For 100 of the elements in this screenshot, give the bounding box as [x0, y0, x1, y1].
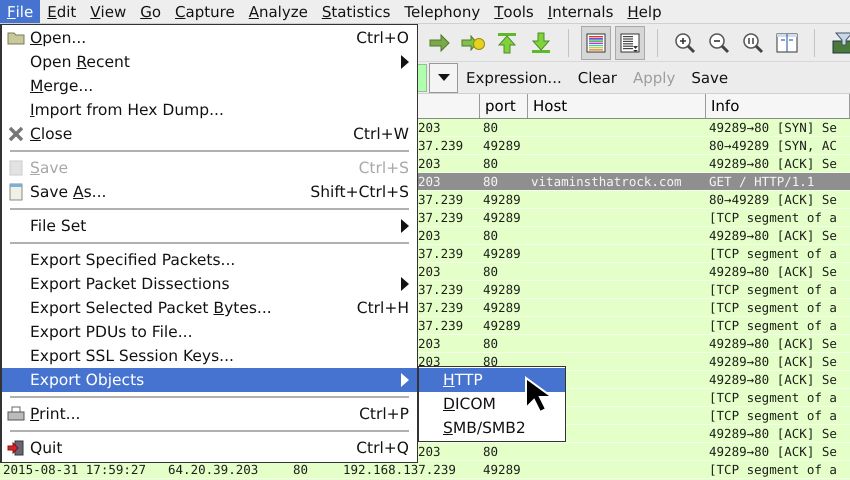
menu-item[interactable]: Merge...: [2, 74, 417, 98]
colored-lines-button[interactable]: [581, 26, 611, 60]
packet-cell-text: [TCP segment of a: [709, 318, 837, 333]
packet-cell-text: 49289: [483, 210, 521, 225]
packet-cell-text: 49289: [483, 192, 521, 207]
menu-item[interactable]: Export Selected Packet Bytes... Ctrl+H: [2, 296, 417, 320]
menu-item[interactable]: Open Recent: [2, 50, 417, 74]
menu-item[interactable]: SMB/SMB2: [419, 416, 565, 440]
capture-filter-icon: [830, 30, 850, 54]
packet-cell-text: 80: [483, 228, 498, 243]
zoom-actual-size-icon: [741, 30, 765, 54]
packet-cell-text: 203: [418, 264, 441, 279]
menu-bar-item[interactable]: Edit: [40, 0, 84, 23]
menu-item[interactable]: DICOM: [419, 392, 565, 416]
packet-cell-text: 49289→80 [ACK] Se: [709, 264, 837, 279]
packet-cell-text: 203: [418, 228, 441, 243]
menu-item[interactable]: Print... Ctrl+P: [2, 402, 417, 426]
filter-dropdown-button[interactable]: [429, 62, 458, 92]
menu-bar-item[interactable]: Internals: [540, 0, 620, 23]
packet-cell-text: 80: [483, 444, 498, 459]
menu-bar-item[interactable]: Go: [133, 0, 168, 23]
packet-cell-text: 192.168.137.239: [343, 462, 456, 477]
packet-cell-text: 203: [418, 336, 441, 351]
menu-item[interactable]: Import from Hex Dump...: [2, 98, 417, 122]
document-icon: [7, 183, 25, 201]
packet-cell-text: 203: [418, 120, 441, 135]
zoom-in-icon: [673, 30, 697, 54]
filter-toolbar-button[interactable]: Clear: [570, 68, 625, 86]
list-scroll-icon: [618, 30, 642, 54]
menu-item[interactable]: Open... Ctrl+O: [2, 26, 417, 50]
packet-cell-text: 64.20.39.203: [168, 462, 258, 477]
packet-cell-text: [TCP segment of a: [709, 408, 837, 423]
packet-cell-text: 49289: [483, 246, 521, 261]
packet-cell-text: 49289→80 [ACK] Se: [709, 426, 837, 441]
packet-cell-text: [TCP segment of a: [709, 282, 837, 297]
arrow-down-to-bar-icon: [529, 30, 553, 54]
packet-cell-text: 49289: [483, 138, 521, 153]
filter-toolbar-button[interactable]: Save: [683, 68, 736, 86]
packet-cell-text: 49289→80 [ACK] Se: [709, 354, 837, 369]
packet-cell-text: 80→49289 [ACK] Se: [709, 192, 837, 207]
packet-cell-text: [TCP segment of a: [709, 300, 837, 315]
packet-cell-text: 49289: [483, 300, 521, 315]
packet-cell-text: [TCP segment of a: [709, 462, 837, 477]
packet-cell-text: 80: [483, 354, 498, 369]
packet-cell-text: 203: [418, 156, 441, 171]
packet-cell-text: 80: [483, 174, 498, 189]
packet-cell-text: 203: [418, 444, 441, 459]
packet-cell-text: 49289: [483, 318, 521, 333]
menu-bar-item[interactable]: View: [83, 0, 134, 23]
packet-cell-text: 37.239: [418, 282, 464, 297]
filter-toolbar-button[interactable]: Expression...: [458, 68, 570, 86]
packet-cell-text: [TCP segment of a: [709, 390, 837, 405]
packet-cell-text: 80: [483, 120, 498, 135]
exit-door-icon: [7, 439, 25, 457]
column-header[interactable]: port: [485, 97, 516, 115]
save-icon: [7, 159, 25, 177]
close-icon: [7, 125, 25, 143]
packet-cell-text: 49289: [483, 282, 521, 297]
menu-bar-item[interactable]: Statistics: [314, 0, 398, 23]
menu-bar-item[interactable]: Help: [620, 0, 669, 23]
packet-cell-text: 49289→80 [ACK] Se: [709, 444, 837, 459]
column-header[interactable]: Host: [533, 97, 568, 115]
printer-icon: [7, 405, 25, 423]
packet-cell-text: 49289: [483, 462, 521, 477]
packet-cell-text: 49289→80 [ACK] Se: [709, 336, 837, 351]
packet-cell-text: 37.239: [418, 138, 464, 153]
packet-cell-text: 203: [418, 174, 441, 189]
packet-cell-text: 49289→80 [SYN] Se: [709, 120, 837, 135]
packet-cell-text: GET / HTTP/1.1: [709, 174, 814, 189]
packet-cell-text: 80: [483, 156, 498, 171]
packet-cell-text: 49289→80 [ACK] Se: [709, 372, 837, 387]
packet-cell-text: vitaminsthatrock.com: [531, 174, 682, 189]
arrow-up-to-bar-icon: [495, 30, 519, 54]
packet-cell-text: [TCP segment of a: [709, 210, 837, 225]
column-header[interactable]: Info: [711, 97, 740, 115]
menu-bar-item[interactable]: Telephony: [397, 0, 488, 23]
resize-columns-icon: [775, 30, 799, 54]
packet-cell-text: 80: [483, 264, 498, 279]
packet-cell-text: 80: [483, 336, 498, 351]
dropdown-arrow-icon: [438, 74, 450, 82]
packet-cell-text: 2015-08-31 17:59:27: [3, 462, 146, 477]
zoom-out-icon: [707, 30, 731, 54]
menu-bar-item[interactable]: Analyze: [242, 0, 315, 23]
packet-cell-text: 37.239: [418, 210, 464, 225]
packet-cell-text: 80→49289 [SYN, AC: [709, 138, 837, 153]
menu-item[interactable]: Export Objects: [2, 368, 417, 392]
packet-cell-text: 80: [293, 462, 308, 477]
packet-cell-text: 203: [418, 354, 441, 369]
menu-item[interactable]: HTTP: [419, 368, 565, 392]
packet-cell-text: 49289→80 [ACK] Se: [709, 156, 837, 171]
packet-cell-text: 37.239: [418, 318, 464, 333]
packet-cell-text: 37.239: [418, 246, 464, 261]
packet-cell-text: [TCP segment of a: [709, 246, 837, 261]
list-scroll-button[interactable]: [615, 26, 645, 60]
packet-cell-text: 37.239: [418, 192, 464, 207]
packet-cell-text: 37.239: [418, 300, 464, 315]
menu-bar-item[interactable]: Tools: [487, 0, 541, 23]
packet-cell-text: 49289→80 [ACK] Se: [709, 228, 837, 243]
menu-bar-item[interactable]: File: [0, 0, 40, 23]
menu-bar-item[interactable]: Capture: [168, 0, 242, 23]
